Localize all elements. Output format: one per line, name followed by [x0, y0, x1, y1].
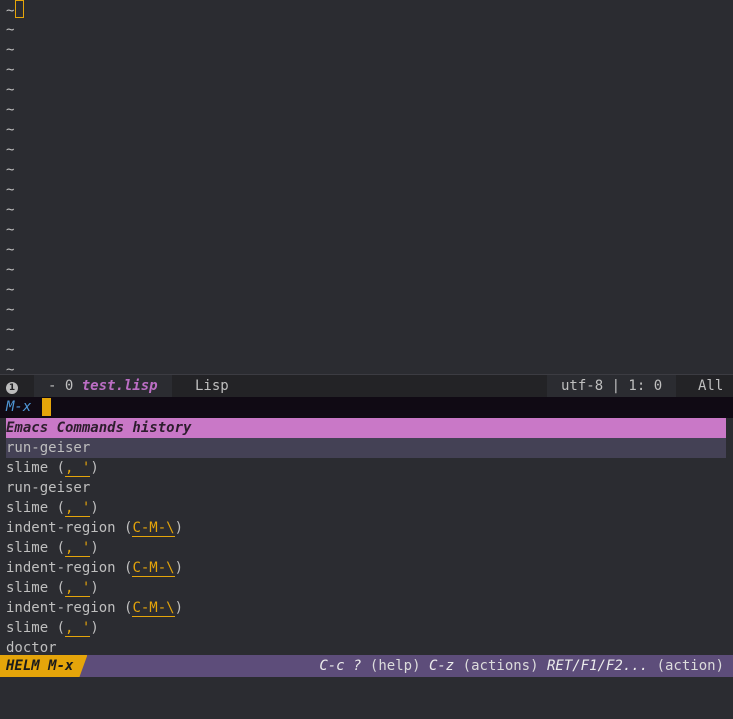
action-key: RET/F1/F2...: [546, 658, 649, 674]
helm-mode-label: HELM M-x: [0, 655, 87, 677]
buffer-name[interactable]: test.lisp: [82, 378, 158, 394]
scroll-position: All: [698, 378, 724, 394]
mode-line: 1 - 0 test.lisp Lisp utf-8 | 1: 0 All: [0, 374, 733, 398]
keybinding: , ': [65, 500, 91, 517]
tilde-marker: ~: [6, 302, 15, 318]
helm-candidate[interactable]: run-geiser: [0, 478, 733, 498]
encoding-position[interactable]: utf-8 | 1: 0: [547, 375, 677, 397]
tilde-marker: ~: [6, 102, 15, 118]
tilde-marker: ~: [6, 202, 15, 218]
command-name: slime: [6, 500, 49, 516]
command-name: run-geiser: [6, 440, 91, 456]
helm-candidate[interactable]: slime (, '): [0, 538, 733, 558]
tilde-marker: ~: [6, 182, 15, 198]
tilde-marker: ~: [6, 82, 15, 98]
helm-source-header: Emacs Commands history: [6, 418, 726, 438]
minibuffer-prompt: M-x: [6, 399, 32, 415]
command-name: run-geiser: [6, 480, 91, 496]
action-text: (action): [656, 658, 724, 674]
keybinding: C-M-\: [132, 600, 175, 617]
command-name: doctor: [6, 640, 57, 656]
command-name: slime: [6, 460, 49, 476]
helm-candidate[interactable]: indent-region (C-M-\): [0, 598, 733, 618]
text-cursor: [15, 0, 25, 18]
modified-indicator: - 0: [48, 378, 74, 394]
tilde-marker: ~: [6, 282, 15, 298]
keybinding: , ': [65, 540, 91, 557]
keybinding: C-M-\: [132, 520, 175, 537]
tilde-marker: ~: [6, 122, 15, 138]
keybinding: C-M-\: [132, 560, 175, 577]
keybinding: , ': [65, 580, 91, 597]
tilde-marker: ~: [6, 222, 15, 238]
buffer-segment[interactable]: - 0 test.lisp: [34, 375, 172, 397]
tilde-marker: ~: [6, 142, 15, 158]
helm-candidate-selected[interactable]: run-geiser: [6, 438, 726, 458]
tilde-marker: ~: [6, 262, 15, 278]
command-name: slime: [6, 620, 49, 636]
window-number-badge: 1: [6, 382, 18, 394]
major-mode[interactable]: Lisp: [181, 375, 243, 397]
tilde-marker: ~: [6, 162, 15, 178]
empty-line-markers: ~ ~ ~ ~ ~ ~ ~ ~ ~ ~ ~ ~ ~ ~ ~ ~ ~ ~: [0, 20, 733, 380]
emacs-frame: ~ ~ ~ ~ ~ ~ ~ ~ ~ ~ ~ ~ ~ ~ ~ ~ ~ ~ ~ 1 - 0 test.lisp Lis…: [0, 0, 733, 719]
tilde-marker: ~: [6, 22, 15, 38]
actions-key: C-z: [428, 658, 455, 674]
helm-mode-line: HELM M-x C-c ? (help) C-z (actions) RET/…: [0, 655, 733, 677]
actions-text: (actions): [462, 658, 539, 674]
echo-area: [0, 677, 733, 719]
command-name: slime: [6, 580, 49, 596]
tilde-marker: ~: [6, 3, 15, 19]
window-number: 1: [6, 375, 20, 397]
tilde-marker: ~: [6, 342, 15, 358]
keybinding: , ': [65, 460, 91, 477]
tilde-marker: ~: [6, 42, 15, 58]
helm-keybinding-help: C-c ? (help) C-z (actions) RET/F1/F2... …: [319, 655, 724, 677]
command-name: indent-region: [6, 520, 116, 536]
tilde-marker: ~: [6, 62, 15, 78]
helm-candidate-list: run-geiser slime (, ') run-geiser slime (, …: [0, 438, 733, 658]
tilde-marker: ~: [6, 322, 15, 338]
tilde-marker: ~: [6, 242, 15, 258]
command-name: indent-region: [6, 560, 116, 576]
helm-candidate[interactable]: indent-region (C-M-\): [0, 558, 733, 578]
helm-candidates: Emacs Commands history run-geiser slime (…: [0, 418, 733, 658]
help-text: (help): [369, 658, 421, 674]
editor-first-line[interactable]: ~: [0, 0, 733, 20]
helm-candidate[interactable]: slime (, '): [0, 458, 733, 478]
minibuffer-cursor: [42, 398, 51, 416]
helm-candidate[interactable]: slime (, '): [0, 618, 733, 638]
helm-candidate[interactable]: slime (, '): [0, 578, 733, 598]
helm-candidate[interactable]: indent-region (C-M-\): [0, 518, 733, 538]
editor-area[interactable]: ~ ~ ~ ~ ~ ~ ~ ~ ~ ~ ~ ~ ~ ~ ~ ~ ~ ~ ~: [0, 0, 733, 378]
helm-candidate[interactable]: slime (, '): [0, 498, 733, 518]
keybinding: , ': [65, 620, 91, 637]
help-key: C-c ?: [319, 658, 362, 674]
command-name: slime: [6, 540, 49, 556]
minibuffer[interactable]: M-x: [0, 397, 733, 418]
command-name: indent-region: [6, 600, 116, 616]
